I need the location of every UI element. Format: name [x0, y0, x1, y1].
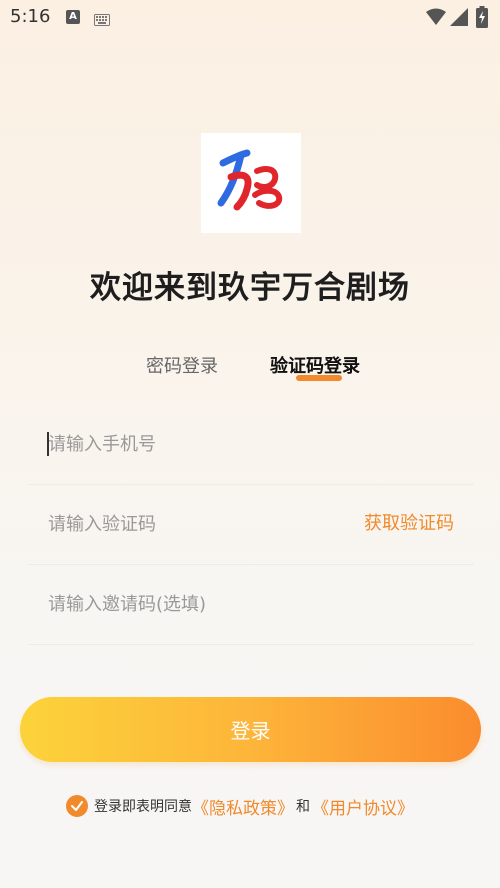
wifi-icon: [426, 8, 446, 30]
privacy-policy-link[interactable]: 《隐私政策》: [192, 794, 294, 819]
text-cursor: [47, 432, 49, 456]
keyboard-icon: [94, 11, 110, 30]
tab-password-login[interactable]: 密码登录: [146, 352, 218, 378]
phone-input[interactable]: [48, 428, 338, 460]
get-code-button[interactable]: 获取验证码: [364, 509, 454, 535]
agreement-and: 和: [296, 799, 310, 815]
login-button[interactable]: 登录: [20, 697, 481, 762]
invite-field: [28, 564, 474, 645]
a-notification-icon: A: [66, 10, 80, 24]
verification-code-input[interactable]: [48, 508, 338, 540]
active-tab-indicator: [296, 375, 342, 381]
agreement-prefix: 登录即表明同意: [94, 799, 192, 815]
checkbox-checked-icon[interactable]: [66, 795, 88, 817]
signal-icon: [450, 8, 468, 30]
user-agreement-link[interactable]: 《用户协议》: [312, 794, 414, 819]
invite-code-input[interactable]: [48, 588, 338, 620]
agreement-row: 登录即表明同意 《隐私政策》 和 《用户协议》: [66, 793, 414, 819]
welcome-title: 欢迎来到玖宇万合剧场: [90, 270, 410, 306]
code-field: 获取验证码: [28, 484, 474, 565]
battery-icon: [476, 6, 488, 32]
status-time: 5:16: [10, 6, 51, 27]
status-bar: 5:16 A: [0, 0, 500, 36]
phone-field: [28, 404, 474, 485]
app-logo: [201, 133, 301, 233]
